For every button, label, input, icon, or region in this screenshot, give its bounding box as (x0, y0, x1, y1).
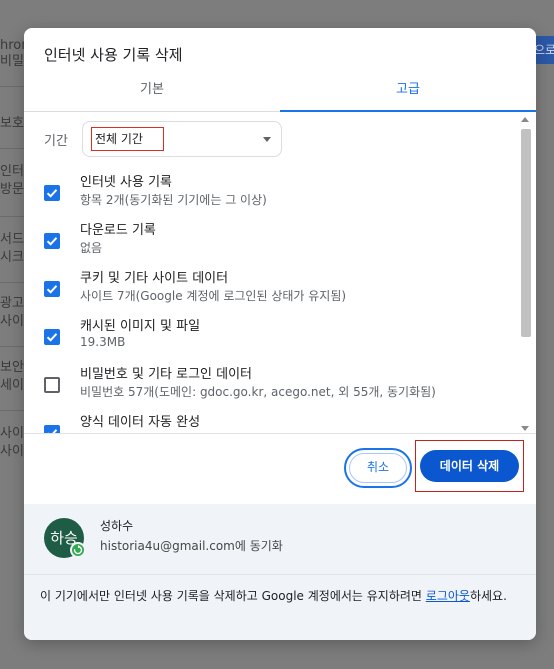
option-title: 비밀번호 및 기타 로그인 데이터 (80, 367, 253, 382)
time-range-value: 전체 기간 (91, 127, 164, 151)
bg-divider (0, 282, 24, 283)
checkbox[interactable] (44, 281, 60, 297)
option-title: 양식 데이터 자동 완성 (80, 415, 201, 430)
tab-basic[interactable]: 기본 (24, 76, 280, 112)
highlight-box: 데이터 삭제 (415, 440, 524, 492)
dropdown-caret-icon (263, 137, 271, 142)
option-title: 다운로드 기록 (80, 223, 156, 238)
option-passwords[interactable]: 비밀번호 및 기타 로그인 데이터 비밀번호 57개(도메인: gdoc.go.… (24, 363, 520, 411)
sync-status-text: 에 동기화 (234, 539, 283, 553)
option-title: 쿠키 및 기타 사이트 데이터 (80, 271, 229, 286)
checkmark-icon (46, 333, 58, 342)
dialog-title: 인터넷 사용 기록 삭제 (44, 46, 183, 64)
scroll-up-icon[interactable] (521, 117, 529, 122)
bg-divider (0, 86, 24, 87)
time-range-label: 기간 (44, 134, 68, 149)
option-description: 항목 2개(동기화된 기기에는 그 이상) (80, 193, 267, 207)
divider (24, 574, 536, 575)
options-scroll-area[interactable]: 기간 전체 기간 인터넷 사용 기록 항목 2개(동기화된 기기에는 그 이상)… (24, 113, 536, 433)
signout-note-text-end: 하세요. (469, 589, 507, 603)
option-description: 없음 (80, 241, 103, 255)
option-cached-files[interactable]: 캐시된 이미지 및 파일 19.3MB (24, 315, 520, 363)
option-title: 캐시된 이미지 및 파일 (80, 319, 201, 334)
option-cookies[interactable]: 쿠키 및 기타 사이트 데이터 사이트 7개(Google 계정에 로그인된 상… (24, 267, 520, 315)
scrollbar-thumb[interactable] (521, 129, 531, 337)
bg-divider (0, 346, 24, 347)
checkbox[interactable] (44, 377, 60, 393)
bg-divider (0, 148, 24, 149)
signout-link[interactable]: 로그아웃 (426, 589, 470, 603)
bg-divider (0, 216, 24, 217)
time-range-select[interactable]: 전체 기간 (82, 121, 282, 157)
divider (24, 433, 536, 434)
checkmark-icon (46, 237, 58, 246)
checkmark-icon (46, 285, 58, 294)
checkbox[interactable] (44, 233, 60, 249)
option-download-history[interactable]: 다운로드 기록 없음 (24, 219, 520, 267)
scrollbar[interactable] (518, 113, 532, 433)
clear-browsing-data-dialog: 인터넷 사용 기록 삭제 기본 고급 기간 전체 기간 인터넷 사용 기록 항목… (24, 28, 536, 640)
option-description: 비밀번호 57개(도메인: gdoc.go.kr, acego.net, 외 5… (80, 385, 436, 399)
account-panel: 하승 성하수 historia4u@gmail.com에 동기화 이 기기에서만… (24, 504, 536, 640)
focus-ring (349, 453, 407, 483)
checkbox[interactable] (44, 329, 60, 345)
account-email-line: historia4u@gmail.com에 동기화 (100, 537, 283, 554)
sync-icon (70, 542, 86, 558)
checkmark-icon (47, 429, 58, 433)
option-autofill[interactable]: 양식 데이터 자동 완성 (24, 411, 520, 433)
signout-note: 이 기기에서만 인터넷 사용 기록을 삭제하고 Google 계정에서는 유지하… (40, 586, 524, 606)
option-title: 인터넷 사용 기록 (80, 175, 172, 190)
option-description: 사이트 7개(Google 계정에 로그인된 상태가 유지됨) (80, 289, 347, 303)
account-email: historia4u@gmail.com (100, 539, 235, 553)
checkbox[interactable] (44, 185, 60, 201)
scroll-down-icon[interactable] (521, 426, 529, 431)
tab-bar: 기본 고급 (24, 76, 536, 112)
checkmark-icon (46, 189, 58, 198)
account-name: 성하수 (100, 519, 134, 533)
option-browsing-history[interactable]: 인터넷 사용 기록 항목 2개(동기화된 기기에는 그 이상) (24, 171, 520, 219)
bg-divider (0, 410, 24, 411)
option-description: 19.3MB (80, 335, 126, 349)
signout-note-text: 이 기기에서만 인터넷 사용 기록을 삭제하고 Google 계정에서는 유지하… (40, 589, 426, 603)
delete-data-button[interactable]: 데이터 삭제 (420, 450, 519, 482)
tab-advanced[interactable]: 고급 (280, 76, 536, 112)
checkbox[interactable] (44, 425, 60, 433)
tab-selected-indicator (280, 110, 536, 112)
cancel-button[interactable]: 취소 (344, 448, 412, 488)
